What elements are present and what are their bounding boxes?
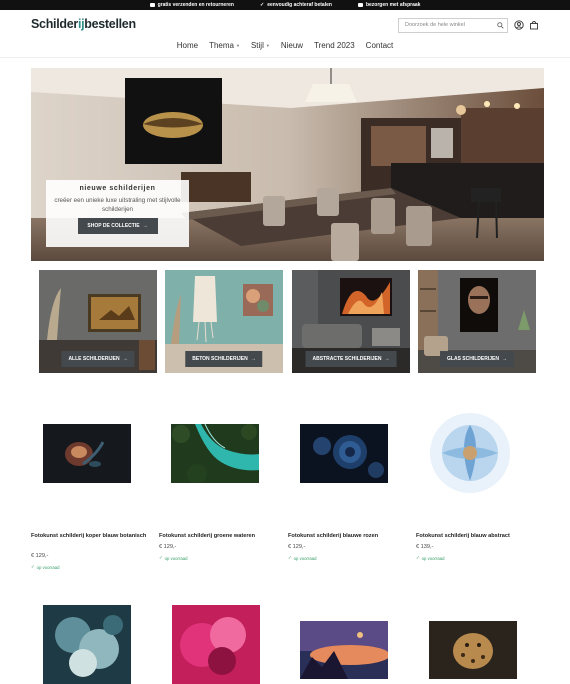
check-icon: ✓ bbox=[416, 555, 420, 560]
category-button[interactable]: BETON SCHILDERIJEN → bbox=[185, 351, 263, 367]
product-image[interactable] bbox=[300, 621, 388, 679]
nav-label: Contact bbox=[365, 41, 394, 50]
stock-label: op voorraad bbox=[36, 564, 60, 570]
product-price: € 139,- bbox=[416, 544, 434, 550]
product-image[interactable] bbox=[171, 424, 259, 483]
product-image[interactable] bbox=[429, 621, 517, 679]
product-artwork bbox=[43, 424, 131, 483]
category-tile-beton[interactable]: BETON SCHILDERIJEN → bbox=[165, 270, 283, 373]
nav-item-nieuw[interactable]: Nieuw bbox=[281, 41, 303, 50]
product-image[interactable] bbox=[172, 605, 260, 684]
check-icon: ✓ bbox=[260, 2, 265, 8]
header-divider bbox=[0, 57, 570, 58]
product-image[interactable] bbox=[43, 605, 131, 684]
arrow-right-icon: → bbox=[384, 356, 390, 362]
product-name[interactable]: Fotokunst schilderij groene wateren bbox=[159, 532, 277, 541]
main-nav: Home Thema ▼ Stijl ▼ Nieuw Trend 2023 Cont… bbox=[0, 41, 570, 50]
nav-label: Stijl bbox=[250, 41, 264, 50]
stock-status: ✓ op voorraad bbox=[159, 555, 188, 561]
search-input[interactable]: Doorzoek de hele winkel bbox=[398, 18, 508, 33]
product-artwork bbox=[43, 605, 131, 684]
nav-label: Thema bbox=[209, 41, 234, 50]
button-label: GLAS SCHILDERIJEN bbox=[447, 356, 499, 362]
product-artwork bbox=[300, 621, 388, 679]
product-price: € 129,- bbox=[159, 544, 177, 550]
usp-item: bezorgen met afspraak bbox=[357, 0, 421, 10]
button-label: SHOP DE COLLECTIE bbox=[87, 223, 140, 229]
chevron-down-icon: ▼ bbox=[265, 43, 270, 48]
product-name[interactable]: Fotokunst schilderij koper blauw botanis… bbox=[31, 532, 149, 541]
usp-label: bezorgen met afspraak bbox=[365, 2, 421, 8]
shop-collection-button[interactable]: SHOP DE COLLECTIE → bbox=[77, 218, 158, 234]
nav-item-stijl[interactable]: Stijl ▼ bbox=[251, 41, 270, 50]
category-tile-abstract[interactable]: ABSTRACTE SCHILDERIJEN → bbox=[292, 270, 410, 373]
nav-label: Trend 2023 bbox=[314, 41, 355, 50]
product-artwork bbox=[420, 405, 520, 502]
nav-label: Home bbox=[176, 41, 199, 50]
truck-icon bbox=[149, 3, 155, 7]
product-image[interactable] bbox=[420, 405, 520, 502]
category-tile-glas[interactable]: GLAS SCHILDERIJEN → bbox=[418, 270, 536, 373]
site-logo[interactable]: Schilderijbestellen bbox=[31, 17, 136, 31]
usp-label: gratis verzenden en retourneren bbox=[157, 2, 234, 8]
promo-bar: gratis verzenden en retourneren ✓ eenvou… bbox=[0, 0, 570, 10]
product-name[interactable]: Fotokunst schilderij blauwe rozen bbox=[288, 532, 406, 541]
stock-status: ✓ op voorraad bbox=[416, 555, 445, 561]
stock-status: ✓ op voorraad bbox=[31, 564, 60, 570]
nav-item-thema[interactable]: Thema ▼ bbox=[209, 41, 240, 50]
arrow-right-icon: → bbox=[122, 356, 128, 362]
hero-text-box: nieuwe schilderijen creëer een unieke lu… bbox=[46, 180, 189, 247]
arrow-right-icon: → bbox=[501, 356, 507, 362]
category-button[interactable]: ABSTRACTE SCHILDERIJEN → bbox=[305, 351, 397, 367]
product-image[interactable] bbox=[300, 424, 388, 483]
usp-label: eenvoudig achteraf betalen bbox=[267, 2, 332, 8]
usp-item: ✓ eenvoudig achteraf betalen bbox=[260, 0, 332, 10]
usp-item: gratis verzenden en retourneren bbox=[149, 0, 234, 10]
account-icon[interactable] bbox=[514, 20, 524, 30]
stock-label: op voorraad bbox=[164, 555, 188, 561]
nav-label: Nieuw bbox=[280, 41, 304, 50]
search-icon[interactable] bbox=[497, 22, 504, 29]
logo-part-1: Schilder bbox=[31, 17, 78, 31]
search-placeholder: Doorzoek de hele winkel bbox=[405, 22, 465, 28]
stock-status: ✓ op voorraad bbox=[288, 555, 317, 561]
product-artwork bbox=[171, 424, 259, 483]
check-icon: ✓ bbox=[31, 564, 35, 569]
chevron-down-icon: ▼ bbox=[235, 43, 240, 48]
stock-label: op voorraad bbox=[421, 555, 445, 561]
category-button[interactable]: GLAS SCHILDERIJEN → bbox=[440, 351, 514, 367]
category-tile-alle[interactable]: ALLE SCHILDERIJEN → bbox=[39, 270, 157, 373]
category-button[interactable]: ALLE SCHILDERIJEN → bbox=[61, 351, 135, 367]
button-label: ABSTRACTE SCHILDERIJEN bbox=[312, 356, 382, 362]
nav-item-home[interactable]: Home bbox=[177, 41, 198, 50]
button-label: BETON SCHILDERIJEN bbox=[192, 356, 248, 362]
product-artwork bbox=[429, 621, 517, 679]
product-price: € 129,- bbox=[288, 544, 306, 550]
button-label: ALLE SCHILDERIJEN bbox=[68, 356, 120, 362]
check-icon: ✓ bbox=[159, 555, 163, 560]
hero-title: nieuwe schilderijen bbox=[79, 185, 156, 192]
product-artwork bbox=[172, 605, 260, 684]
product-name[interactable]: Fotokunst schilderij blauw abstract bbox=[416, 532, 534, 541]
stock-label: op voorraad bbox=[293, 555, 317, 561]
arrow-right-icon: → bbox=[142, 223, 148, 229]
check-icon: ✓ bbox=[288, 555, 292, 560]
product-image[interactable] bbox=[43, 424, 131, 483]
box-icon bbox=[357, 3, 363, 7]
logo-part-3: bestellen bbox=[84, 17, 136, 31]
product-price: € 129,- bbox=[31, 553, 49, 559]
arrow-right-icon: → bbox=[250, 356, 256, 362]
hero-subtitle: creëer een unieke luxe uitstraling met s… bbox=[54, 197, 181, 213]
product-artwork bbox=[300, 424, 388, 483]
nav-item-trend-2023[interactable]: Trend 2023 bbox=[314, 41, 355, 50]
nav-item-contact[interactable]: Contact bbox=[366, 41, 394, 50]
cart-icon[interactable] bbox=[529, 20, 539, 30]
